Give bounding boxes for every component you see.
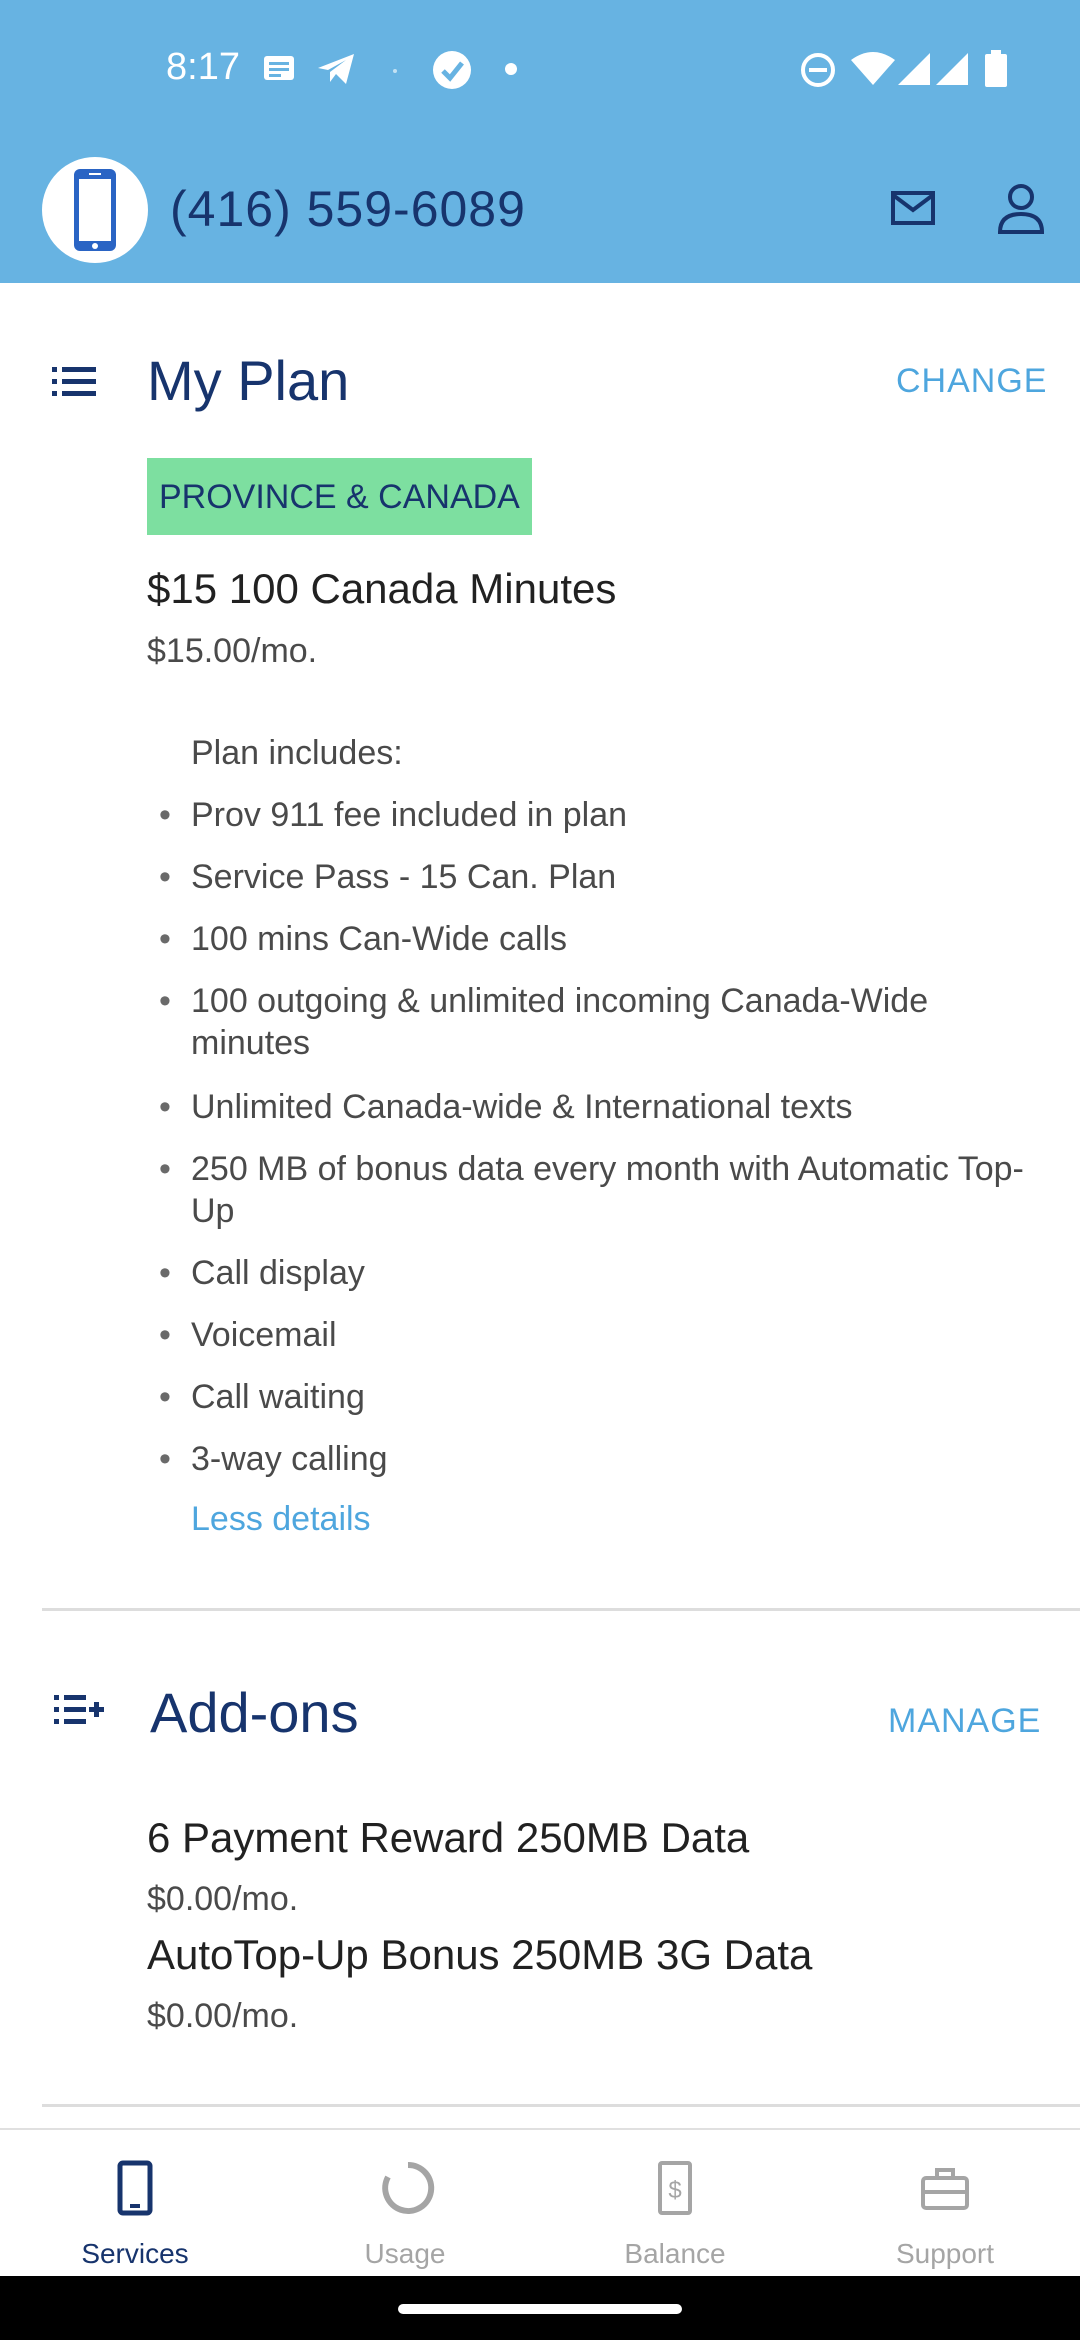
mail-icon[interactable] <box>890 190 936 226</box>
app-header: (416) 559-6089 <box>0 140 1080 283</box>
nav-usage[interactable]: Usage <box>270 2130 540 2278</box>
plan-feature-item: • Call display <box>159 1254 365 1292</box>
dnd-icon <box>801 53 835 87</box>
addon-name: AutoTop-Up Bonus 250MB 3G Data <box>147 1931 813 1978</box>
usage-ring-icon <box>382 2161 435 2214</box>
plan-region-badge: PROVINCE & CANADA <box>147 458 532 535</box>
signal-icon <box>898 53 930 85</box>
nav-support-label: Support <box>895 2238 995 2269</box>
nav-services[interactable]: Services <box>0 2130 270 2278</box>
section-divider <box>42 1608 1080 1611</box>
addons-title: Add-ons <box>150 1681 359 1744</box>
account-avatar[interactable] <box>42 157 148 263</box>
nav-support[interactable]: Support <box>810 2130 1080 2278</box>
plan-feature-item: • 250 MB of bonus data every month with A… <box>159 1150 1024 1230</box>
plan-region-badge-label: PROVINCE & CANADA <box>159 478 520 516</box>
nav-services-label: Services <box>81 2238 189 2269</box>
plan-feature-item: • Service Pass - 15 Can. Plan <box>159 858 617 896</box>
signal-icon <box>936 53 968 85</box>
less-details-link[interactable]: Less details <box>191 1500 371 1539</box>
nav-balance-label: Balance <box>624 2238 726 2269</box>
battery-icon <box>985 50 1007 87</box>
phone-number: (416) 559-6089 <box>170 181 526 237</box>
addon-price: $0.00/mo. <box>147 1880 299 1918</box>
plan-feature-text: Prov 911 fee included in plan <box>191 796 628 834</box>
dot-icon <box>505 63 517 75</box>
plan-feature-item: • Voicemail <box>159 1316 337 1354</box>
plan-feature-text: Call display <box>191 1254 365 1292</box>
manage-addons-button[interactable]: MANAGE <box>888 1702 1041 1741</box>
plan-feature-text: 250 MB of bonus data every month with Au… <box>191 1150 1024 1230</box>
briefcase-icon <box>921 2168 969 2210</box>
plan-feature-text: Voicemail <box>191 1316 337 1354</box>
plan-feature-item: • Unlimited Canada-wide & International t… <box>159 1088 853 1126</box>
plan-feature-text: 3-way calling <box>191 1440 388 1478</box>
phone-avatar-icon <box>74 169 116 251</box>
nav-usage-label: Usage <box>364 2238 446 2269</box>
plan-feature-item: • Call waiting <box>159 1378 365 1416</box>
phone-icon <box>117 2160 153 2216</box>
status-bar: 8:17 <box>0 0 1080 140</box>
plan-name: $15 100 Canada Minutes <box>147 565 617 612</box>
my-plan-title: My Plan <box>147 349 350 412</box>
list-icon <box>52 367 96 396</box>
message-icon <box>264 56 294 80</box>
check-circle-icon <box>433 51 471 89</box>
addon-name: 6 Payment Reward 250MB Data <box>147 1814 750 1861</box>
nav-balance[interactable]: $ Balance <box>540 2130 810 2278</box>
bottom-navigation: Services Usage $ Balance Support <box>0 2128 1080 2276</box>
plan-feature-text: Call waiting <box>191 1378 365 1416</box>
home-gesture-handle[interactable] <box>398 2304 682 2314</box>
plan-feature-text: Service Pass - 15 Can. Plan <box>191 858 617 896</box>
plan-feature-item: • 100 outgoing & unlimited incoming Canad… <box>159 982 929 1062</box>
section-divider <box>42 2104 1080 2107</box>
plan-feature-item: • Prov 911 fee included in plan <box>159 796 628 834</box>
plan-includes-label: Plan includes: <box>191 734 403 772</box>
add-list-icon <box>54 1695 104 1724</box>
status-time: 8:17 <box>166 46 240 88</box>
plan-feature-item: • 3-way calling <box>159 1440 388 1478</box>
svg-text:$: $ <box>668 2177 681 2204</box>
balance-icon: $ <box>658 2161 692 2215</box>
plan-price: $15.00/mo. <box>147 632 318 670</box>
plan-feature-text: Unlimited Canada-wide & International te… <box>191 1088 853 1126</box>
plan-feature-text: 100 outgoing & unlimited incoming Canada… <box>191 982 929 1062</box>
dot-icon <box>393 69 397 73</box>
addon-price: $0.00/mo. <box>147 1997 299 2035</box>
user-icon[interactable] <box>996 182 1046 234</box>
telegram-icon <box>318 54 354 84</box>
plan-feature-item: • 100 mins Can-Wide calls <box>159 920 568 958</box>
system-navigation-bar <box>0 2276 1080 2340</box>
change-plan-button[interactable]: CHANGE <box>896 362 1047 401</box>
wifi-icon <box>851 52 895 85</box>
plan-feature-text: 100 mins Can-Wide calls <box>191 920 568 958</box>
